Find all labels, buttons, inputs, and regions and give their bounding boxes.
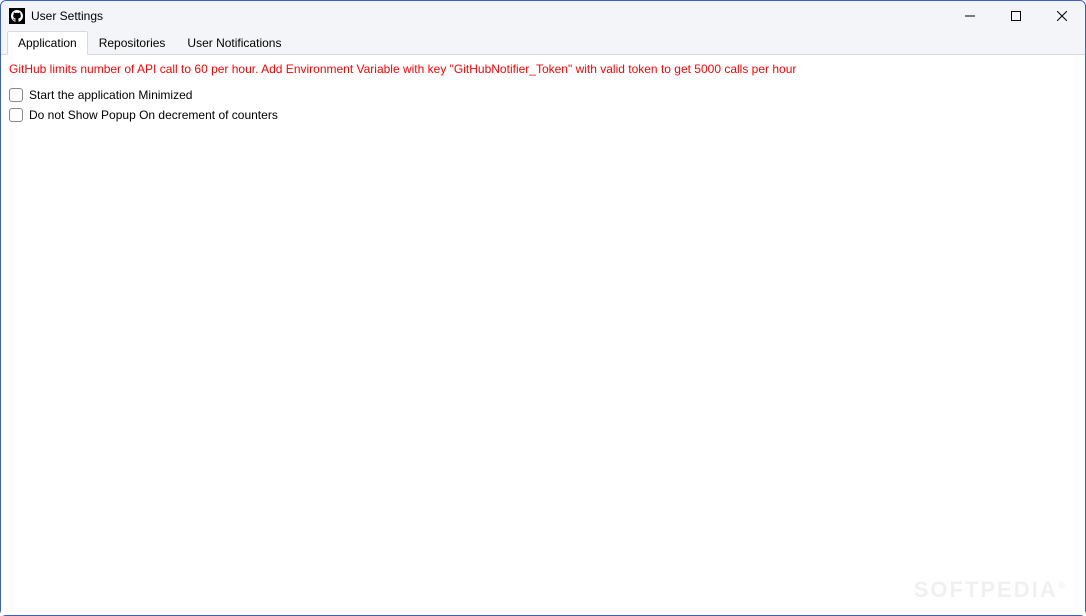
checkbox-row-start-minimized: Start the application Minimized — [9, 88, 1077, 102]
tab-user-notifications[interactable]: User Notifications — [176, 31, 292, 54]
titlebar: User Settings — [1, 1, 1085, 31]
tab-content: GitHub limits number of API call to 60 p… — [1, 55, 1085, 615]
checkbox-no-popup-decrement[interactable] — [9, 108, 23, 122]
window-controls — [947, 1, 1085, 31]
window-frame: User Settings Application Repositories U… — [0, 0, 1086, 616]
minimize-button[interactable] — [947, 1, 993, 31]
close-button[interactable] — [1039, 1, 1085, 31]
tab-repositories[interactable]: Repositories — [88, 31, 177, 54]
window-title: User Settings — [31, 9, 103, 23]
app-icon — [9, 8, 25, 24]
checkbox-start-minimized[interactable] — [9, 88, 23, 102]
watermark: SOFTPEDIA® — [914, 577, 1067, 603]
maximize-button[interactable] — [993, 1, 1039, 31]
tab-application[interactable]: Application — [7, 31, 88, 55]
checkbox-no-popup-decrement-label: Do not Show Popup On decrement of counte… — [29, 108, 278, 122]
api-limit-warning: GitHub limits number of API call to 60 p… — [9, 61, 1077, 78]
checkbox-start-minimized-label: Start the application Minimized — [29, 88, 192, 102]
tab-strip: Application Repositories User Notificati… — [1, 31, 1085, 55]
checkbox-row-no-popup-decrement: Do not Show Popup On decrement of counte… — [9, 108, 1077, 122]
